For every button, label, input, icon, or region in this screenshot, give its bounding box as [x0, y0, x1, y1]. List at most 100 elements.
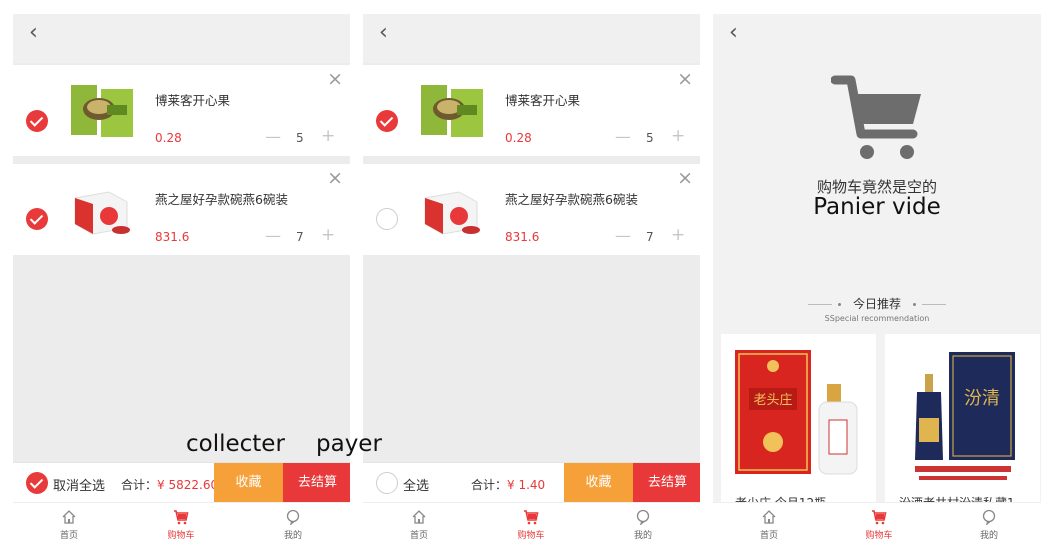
tab-label: 我的	[283, 531, 302, 541]
annotation-collect: collecter	[186, 431, 285, 457]
empty-cart-icon	[831, 75, 921, 159]
cart-icon	[524, 510, 539, 525]
select-all-label[interactable]: 取消全选	[53, 475, 105, 494]
plus-button[interactable]: +	[671, 126, 685, 146]
tab-label: 购物车	[167, 531, 195, 541]
cart-footer: 取消全选 合计：¥ 5822.60 收藏 去结算	[13, 462, 350, 503]
favorite-button[interactable]: 收藏	[214, 463, 283, 503]
product-name[interactable]: 燕之屋好孕款碗燕6碗装	[505, 189, 638, 208]
quantity-value[interactable]: 7	[646, 230, 654, 244]
brand-text: 汾清	[964, 388, 1000, 409]
tab-label: 首页	[759, 531, 778, 541]
brand-text: 老头庄	[753, 392, 792, 408]
cart-footer: 全选 合计：¥ 1.40 收藏 去结算	[363, 462, 700, 503]
close-icon[interactable]: ×	[677, 169, 693, 188]
cart-icon	[872, 510, 887, 525]
tab-label: 购物车	[517, 531, 545, 541]
cart-screen-empty: ‹ 购物车竟然是空的 Panier vide 今日推荐 SSpecial rec…	[713, 14, 1041, 542]
close-icon[interactable]: ×	[677, 70, 693, 89]
cart-total: 合计：¥ 1.40	[471, 476, 545, 493]
tab-home[interactable]: 首页	[363, 503, 475, 542]
back-icon[interactable]: ‹	[379, 20, 388, 46]
product-image-birdnest[interactable]	[419, 178, 485, 244]
product-image-baijiu-red: 老头庄	[721, 334, 876, 489]
product-price: 0.28	[505, 131, 532, 145]
tab-cart[interactable]: 购物车	[125, 503, 237, 542]
minus-button[interactable]: —	[615, 127, 631, 146]
total-label: 合计：	[471, 478, 508, 492]
empty-cart-caption: Panier vide	[813, 194, 941, 220]
home-icon	[762, 510, 776, 524]
tab-label: 首页	[59, 531, 78, 541]
cart-screen-partial-selected: ‹ 博莱客开心果 0.28 × — 5 + 燕之屋好孕款碗燕6碗装 831.6 …	[363, 14, 700, 542]
recommend-product-card[interactable]: 老头庄 老少庄 今月12瓶	[721, 334, 876, 504]
total-amount: ¥ 1.40	[507, 478, 546, 492]
select-all-checkbox[interactable]	[26, 472, 48, 494]
back-icon[interactable]: ‹	[729, 20, 738, 46]
top-bar: ‹	[13, 14, 350, 63]
plus-button[interactable]: +	[321, 225, 335, 245]
plus-button[interactable]: +	[321, 126, 335, 146]
tab-home[interactable]: 首页	[713, 503, 825, 542]
tab-home[interactable]: 首页	[13, 503, 125, 542]
product-image-pistachio[interactable]	[69, 79, 135, 145]
item-checkbox[interactable]	[26, 110, 48, 132]
item-checkbox[interactable]	[376, 208, 398, 230]
tab-cart[interactable]: 购物车	[475, 503, 587, 542]
tab-profile[interactable]: 我的	[933, 503, 1041, 542]
recommend-subtitle: SSpecial recommendation	[824, 314, 930, 323]
item-checkbox[interactable]	[376, 110, 398, 132]
annotation-pay: payer	[316, 431, 382, 457]
user-icon	[982, 509, 996, 525]
top-bar: ‹	[363, 14, 700, 63]
divider-dot	[912, 303, 916, 306]
back-icon[interactable]: ‹	[29, 20, 38, 46]
close-icon[interactable]: ×	[327, 70, 343, 89]
divider-dot	[838, 303, 842, 306]
minus-button[interactable]: —	[615, 226, 631, 245]
divider	[808, 304, 833, 305]
total-label: 合计：	[121, 478, 158, 492]
product-image-birdnest[interactable]	[69, 178, 135, 244]
product-price: 831.6	[505, 230, 540, 244]
product-name[interactable]: 博莱客开心果	[505, 90, 580, 109]
select-all-label[interactable]: 全选	[403, 475, 429, 494]
product-name[interactable]: 博莱客开心果	[155, 90, 230, 109]
user-icon	[286, 509, 300, 525]
minus-button[interactable]: —	[265, 226, 281, 245]
cart-item: 燕之屋好孕款碗燕6碗装 831.6 × — 7 +	[13, 164, 350, 255]
cart-item: 博莱客开心果 0.28 × — 5 +	[13, 65, 350, 156]
quantity-value[interactable]: 5	[646, 131, 654, 145]
tab-cart[interactable]: 购物车	[823, 503, 935, 542]
recommend-product-card[interactable]: 汾清 汾酒老井村汾清私藏1	[885, 334, 1040, 504]
bottom-nav: 首页 购物车 我的	[363, 502, 700, 542]
tab-label: 购物车	[865, 531, 893, 541]
product-image-baijiu-blue: 汾清	[885, 334, 1040, 489]
tab-profile[interactable]: 我的	[237, 503, 349, 542]
product-image-pistachio[interactable]	[419, 79, 485, 145]
bottom-nav: 首页 购物车 我的	[713, 502, 1041, 542]
minus-button[interactable]: —	[265, 127, 281, 146]
tab-label: 我的	[633, 531, 652, 541]
product-name[interactable]: 燕之屋好孕款碗燕6碗装	[155, 189, 288, 208]
tab-profile[interactable]: 我的	[587, 503, 699, 542]
favorite-button[interactable]: 收藏	[564, 463, 633, 503]
select-all-checkbox[interactable]	[376, 472, 398, 494]
plus-button[interactable]: +	[671, 225, 685, 245]
recommend-title-text: 今日推荐	[852, 297, 901, 311]
home-icon	[412, 510, 426, 524]
checkout-button[interactable]: 去结算	[283, 463, 350, 503]
divider	[921, 304, 946, 305]
product-price: 831.6	[155, 230, 190, 244]
cart-icon	[174, 510, 189, 525]
user-icon	[636, 509, 650, 525]
cart-total: 合计：¥ 5822.60	[121, 476, 218, 493]
quantity-value[interactable]: 7	[296, 230, 304, 244]
item-checkbox[interactable]	[26, 208, 48, 230]
close-icon[interactable]: ×	[327, 169, 343, 188]
bottom-nav: 首页 购物车 我的	[13, 502, 350, 542]
checkout-button[interactable]: 去结算	[633, 463, 700, 503]
quantity-value[interactable]: 5	[296, 131, 304, 145]
cart-item: 燕之屋好孕款碗燕6碗装 831.6 × — 7 +	[363, 164, 700, 255]
recommend-title: 今日推荐	[713, 295, 1041, 312]
